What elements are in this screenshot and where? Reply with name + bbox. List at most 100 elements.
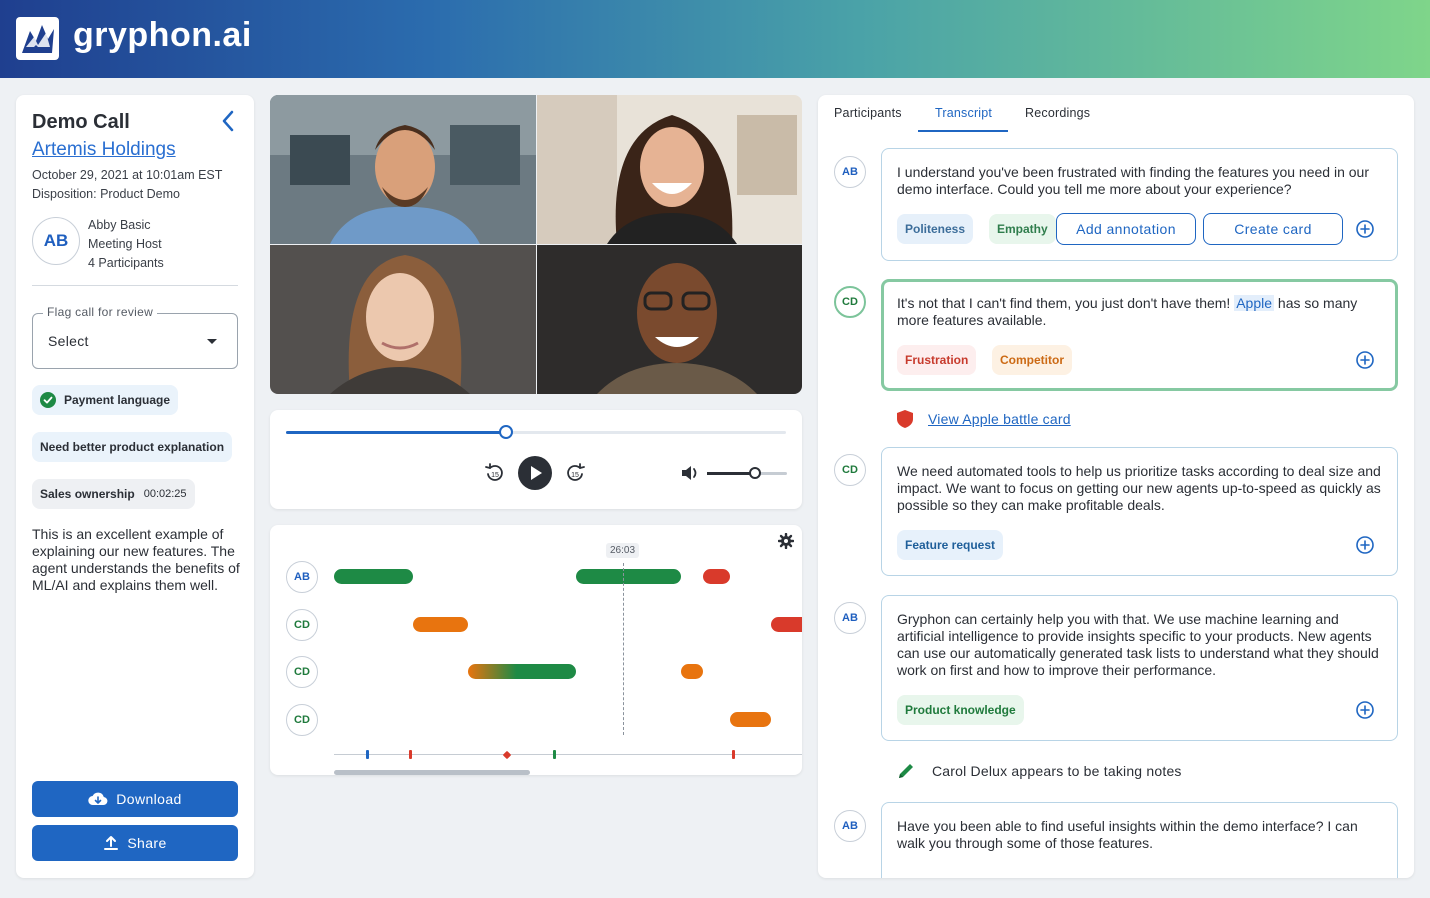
speaker-avatar: AB	[834, 156, 866, 188]
speaker-avatar: CD	[834, 454, 866, 486]
tag-politeness[interactable]: Politeness	[897, 214, 974, 244]
tag-product-knowledge[interactable]: Product knowledge	[897, 695, 1024, 725]
timeline-segment[interactable]	[334, 569, 413, 584]
volume-fill	[707, 472, 755, 475]
timeline-speaker-avatar: CD	[286, 656, 318, 688]
host-role: Meeting Host	[88, 237, 162, 251]
add-annotation-button[interactable]: Add annotation	[1056, 213, 1196, 245]
host-avatar: AB	[32, 217, 80, 265]
battle-card-link[interactable]: View Apple battle card	[928, 411, 1071, 427]
playback-progress-fill	[286, 431, 506, 434]
gryphon-logo-icon[interactable]	[16, 17, 59, 60]
logo-text: gryphon.ai	[73, 16, 252, 54]
skip-back-icon[interactable]: 15	[484, 462, 506, 484]
tag-empathy[interactable]: Empathy	[989, 214, 1056, 244]
caret-down-icon	[207, 339, 217, 344]
video-tile-participant-2[interactable]	[537, 95, 802, 244]
participant-video-image	[537, 95, 802, 244]
company-link[interactable]: Artemis Holdings	[32, 139, 176, 161]
video-tile-participant-1[interactable]	[270, 95, 536, 244]
timeline-event-marker[interactable]	[502, 750, 512, 760]
tab-participants[interactable]: Participants	[834, 106, 902, 120]
timeline-event-marker[interactable]	[409, 750, 412, 759]
message-text: We need automated tools to help us prior…	[897, 463, 1381, 513]
call-title: Demo Call	[32, 111, 130, 133]
skip-forward-icon[interactable]: 15	[564, 462, 586, 484]
tab-recordings[interactable]: Recordings	[1025, 106, 1090, 120]
timeline-current-time: 26:03	[606, 543, 640, 558]
tag-frustration[interactable]: Frustration	[897, 345, 977, 375]
svg-text:15: 15	[491, 472, 499, 479]
upload-icon	[104, 836, 119, 850]
timeline-playhead[interactable]	[623, 563, 624, 735]
playback-progress-track[interactable]	[286, 425, 786, 439]
add-circle-icon[interactable]	[1356, 351, 1374, 369]
shield-icon	[897, 410, 913, 428]
call-details-panel: Demo Call Artemis Holdings October 29, 2…	[16, 95, 254, 878]
transcript-panel: Participants Transcript Recordings AB I …	[818, 95, 1414, 878]
add-circle-icon[interactable]	[1356, 220, 1374, 238]
timeline-segment[interactable]	[468, 664, 576, 679]
competitor-highlight[interactable]: Apple	[1234, 295, 1275, 311]
timeline-event-marker[interactable]	[732, 750, 735, 759]
timeline-segment[interactable]	[576, 569, 681, 584]
sales-ownership-time: 00:02:25	[143, 488, 187, 500]
need-explanation-chip[interactable]: Need better product explanation	[32, 432, 233, 462]
tab-transcript[interactable]: Transcript	[935, 106, 992, 120]
sales-ownership-chip[interactable]: Sales ownership 00:02:25	[32, 479, 195, 509]
timeline-segment[interactable]	[771, 617, 802, 632]
play-icon[interactable]	[518, 456, 552, 490]
speaker-avatar: CD	[834, 286, 866, 318]
timeline-segment[interactable]	[703, 569, 730, 584]
download-button[interactable]: Download	[32, 781, 238, 817]
payment-language-chip[interactable]: Payment language	[32, 385, 179, 415]
battle-card-row: View Apple battle card	[896, 409, 1071, 429]
video-grid[interactable]	[270, 95, 802, 394]
participant-video-image	[270, 95, 536, 244]
message-text: It's not that I can't find them, you jus…	[897, 295, 1387, 329]
share-label: Share	[127, 835, 167, 851]
volume-icon[interactable]	[680, 464, 700, 482]
timeline-segment[interactable]	[730, 712, 771, 727]
tag-feature-request[interactable]: Feature request	[897, 530, 1004, 560]
timeline-event-marker[interactable]	[553, 750, 556, 759]
add-circle-icon[interactable]	[1356, 701, 1374, 719]
create-card-button[interactable]: Create card	[1203, 213, 1343, 245]
timeline-scrollbar[interactable]	[334, 770, 530, 775]
playback-progress-thumb[interactable]	[499, 425, 513, 439]
message-text-part: It's not that I can't find them, you jus…	[897, 295, 1235, 311]
volume-slider[interactable]	[707, 467, 787, 479]
active-tab-indicator	[918, 130, 1008, 132]
video-tile-participant-4[interactable]	[537, 245, 802, 394]
volume-thumb[interactable]	[749, 467, 761, 479]
timeline-event-marker[interactable]	[366, 750, 369, 759]
flag-call-select[interactable]: Flag call for review Select	[32, 305, 238, 369]
add-circle-icon[interactable]	[1356, 536, 1374, 554]
speaker-timeline[interactable]: AB CD CD CD 26:03	[270, 525, 802, 775]
message-text: Gryphon can certainly help you with that…	[897, 611, 1379, 678]
app-header: gryphon.ai	[0, 0, 1430, 78]
need-explanation-label: Need better product explanation	[40, 440, 225, 454]
transcript-message[interactable]: I understand you've been frustrated with…	[881, 148, 1398, 261]
message-text: Have you been able to find useful insigh…	[897, 818, 1358, 851]
timeline-speaker-avatar: AB	[286, 561, 318, 593]
transcript-message[interactable]: We need automated tools to help us prior…	[881, 447, 1398, 576]
timeline-segment[interactable]	[413, 617, 468, 632]
share-button[interactable]: Share	[32, 825, 238, 861]
gear-icon[interactable]	[778, 533, 794, 549]
speaker-avatar: AB	[834, 602, 866, 634]
transcript-message-active[interactable]: It's not that I can't find them, you jus…	[881, 279, 1398, 391]
flag-call-value: Select	[48, 333, 89, 349]
timeline-segment[interactable]	[681, 664, 703, 679]
check-circle-icon	[40, 392, 56, 408]
timeline-speaker-avatar: CD	[286, 704, 318, 736]
transcript-message[interactable]: Have you been able to find useful insigh…	[881, 802, 1398, 878]
divider	[32, 285, 238, 286]
video-tile-participant-3[interactable]	[270, 245, 536, 394]
chevron-left-icon[interactable]	[218, 109, 238, 133]
cloud-download-icon	[88, 792, 108, 806]
participant-video-image	[270, 245, 536, 394]
tag-competitor[interactable]: Competitor	[992, 345, 1072, 375]
transcript-message[interactable]: Gryphon can certainly help you with that…	[881, 595, 1398, 741]
participant-count: 4 Participants	[88, 256, 164, 270]
